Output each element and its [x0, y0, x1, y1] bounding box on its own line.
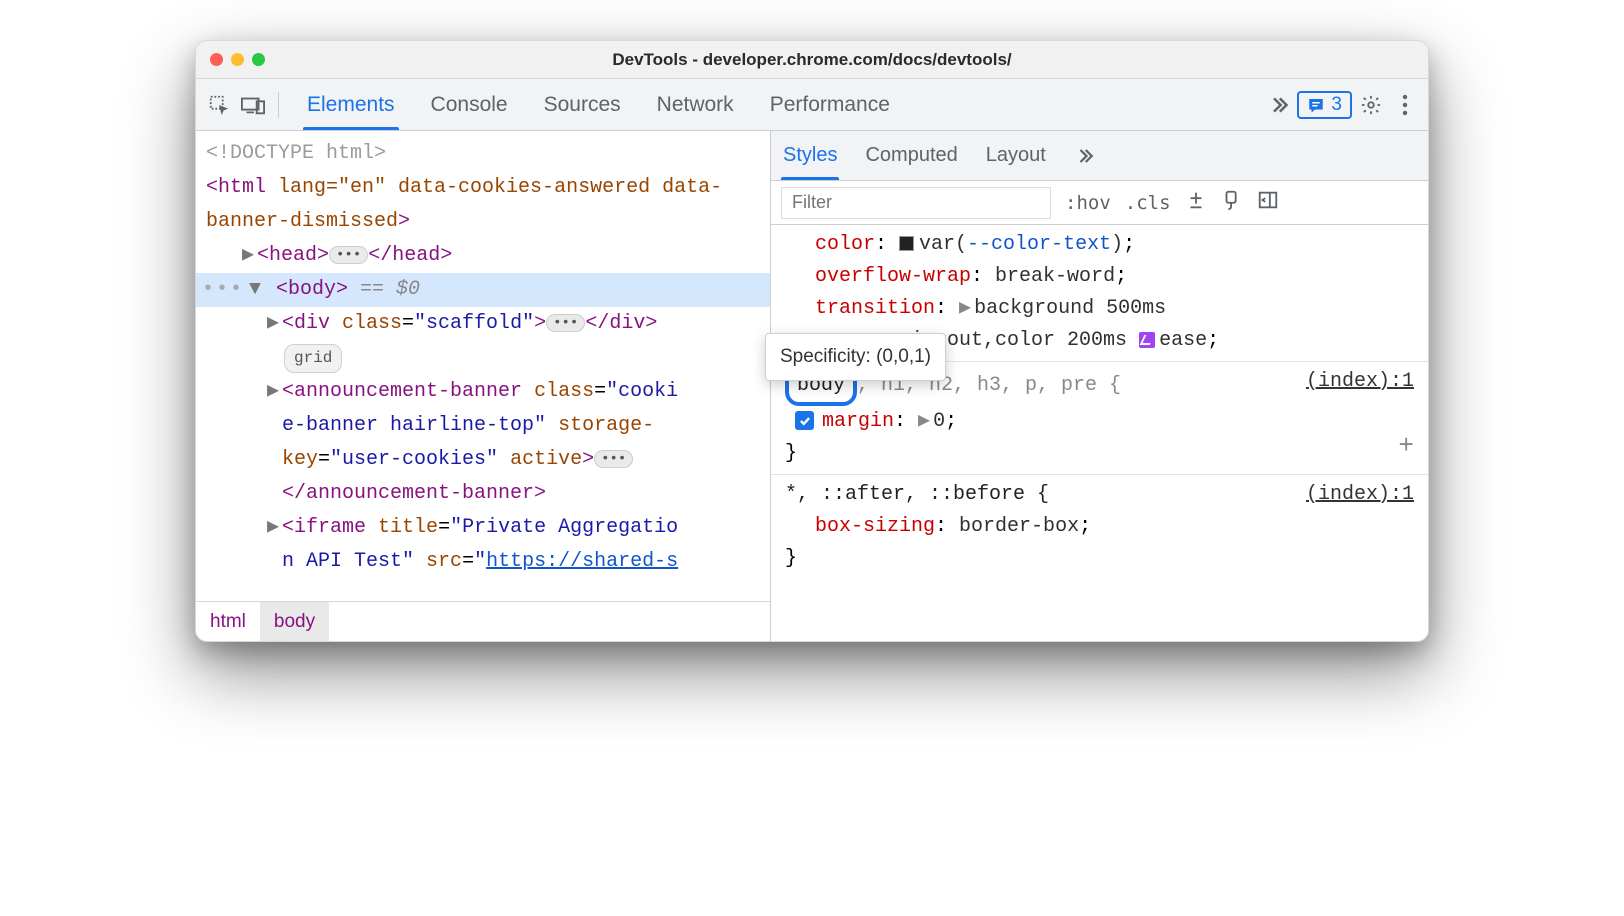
grid-badge[interactable]: grid	[284, 344, 342, 373]
ellipsis-icon[interactable]: •••	[546, 314, 585, 332]
selection-dots-icon: •••	[202, 278, 244, 301]
content-area: <!DOCTYPE html> <html lang="en" data-coo…	[196, 131, 1428, 641]
prop-box-sizing[interactable]: box-sizing: border-box;	[785, 511, 1414, 543]
settings-icon[interactable]	[1356, 90, 1386, 120]
styles-filter-input[interactable]	[781, 187, 1051, 219]
rule-close-brace: }	[785, 543, 1414, 575]
dom-html-open[interactable]: <html lang="en" data-cookies-answered da…	[196, 171, 770, 239]
disclosure-triangle-icon[interactable]: ▼	[248, 273, 262, 307]
breadcrumb: html body	[196, 601, 770, 641]
dom-body-selected[interactable]: •••▼ <body> == $0	[196, 273, 770, 307]
style-rule-inherited[interactable]: color: var(--color-text); overflow-wrap:…	[771, 225, 1428, 362]
prop-margin[interactable]: margin: ▶0;	[785, 406, 1414, 438]
bezier-editor-icon[interactable]	[1139, 332, 1155, 348]
dom-div-scaffold[interactable]: ▶<div class="scaffold">•••</div>	[196, 307, 770, 341]
dom-tree[interactable]: <!DOCTYPE html> <html lang="en" data-coo…	[196, 131, 770, 601]
window-title: DevTools - developer.chrome.com/docs/dev…	[196, 50, 1428, 70]
device-toolbar-icon[interactable]	[238, 90, 268, 120]
rule-close-brace: }	[785, 438, 1414, 470]
prop-overflow-wrap[interactable]: overflow-wrap: break-word;	[785, 261, 1414, 293]
more-tabs-icon[interactable]	[1265, 95, 1293, 115]
disclosure-triangle-icon[interactable]: ▶	[241, 239, 255, 273]
toggle-sidebar-icon[interactable]	[1257, 189, 1279, 217]
inspect-element-icon[interactable]	[204, 90, 234, 120]
dom-iframe-l2[interactable]: n API Test" src="https://shared-s	[196, 545, 770, 579]
issues-badge[interactable]: 3	[1297, 91, 1352, 119]
subtab-computed[interactable]: Computed	[863, 131, 959, 180]
add-property-icon[interactable]: +	[1398, 426, 1414, 468]
source-link[interactable]: (index):1	[1306, 479, 1414, 511]
subtab-layout[interactable]: Layout	[984, 131, 1048, 180]
dom-announcement-banner[interactable]: ▶<announcement-banner class="cooki	[196, 375, 770, 409]
dom-grid-pill: grid	[196, 341, 770, 375]
tab-elements[interactable]: Elements	[289, 79, 413, 130]
breadcrumb-html[interactable]: html	[196, 602, 260, 641]
expand-shorthand-icon[interactable]: ▶	[959, 297, 971, 320]
expand-shorthand-icon[interactable]: ▶	[918, 410, 930, 433]
disclosure-triangle-icon[interactable]: ▶	[266, 307, 280, 341]
dom-announcement-banner-close[interactable]: </announcement-banner>	[196, 477, 770, 511]
issues-icon	[1307, 96, 1325, 114]
hov-toggle[interactable]: :hov	[1065, 192, 1111, 214]
more-menu-icon[interactable]	[1390, 90, 1420, 120]
tab-network[interactable]: Network	[639, 79, 752, 130]
styles-rules: color: var(--color-text); overflow-wrap:…	[771, 225, 1428, 641]
breadcrumb-body[interactable]: body	[260, 602, 329, 641]
prop-transition[interactable]: transition: ▶background 500ms	[785, 293, 1414, 325]
titlebar: DevTools - developer.chrome.com/docs/dev…	[196, 41, 1428, 79]
style-rule-box-sizing[interactable]: (index):1 *, ::after, ::before { box-siz…	[771, 475, 1428, 579]
dom-announcement-banner-l3[interactable]: key="user-cookies" active>•••	[196, 443, 770, 477]
styles-filter-row: :hov .cls	[771, 181, 1428, 225]
iframe-src-link[interactable]: https://shared-s	[486, 550, 678, 573]
subtab-styles[interactable]: Styles	[781, 131, 839, 180]
issues-count: 3	[1331, 94, 1342, 116]
specificity-tooltip: Specificity: (0,0,1)	[765, 333, 946, 381]
property-enabled-checkbox[interactable]	[795, 411, 814, 430]
paint-flash-icon[interactable]	[1221, 189, 1243, 217]
dom-iframe[interactable]: ▶<iframe title="Private Aggregatio	[196, 511, 770, 545]
dom-head[interactable]: ▶<head>•••</head>	[196, 239, 770, 273]
prop-color[interactable]: color: var(--color-text);	[785, 229, 1414, 261]
toolbar-divider	[278, 92, 279, 118]
devtools-window: DevTools - developer.chrome.com/docs/dev…	[195, 40, 1429, 642]
source-link[interactable]: (index):1	[1306, 366, 1414, 398]
ellipsis-icon[interactable]: •••	[594, 450, 633, 468]
main-tabs: Elements Console Sources Network Perform…	[289, 79, 908, 130]
dom-announcement-banner-l2[interactable]: e-banner hairline-top" storage-	[196, 409, 770, 443]
tab-sources[interactable]: Sources	[526, 79, 639, 130]
disclosure-triangle-icon[interactable]: ▶	[266, 375, 280, 409]
disclosure-triangle-icon[interactable]: ▶	[266, 511, 280, 545]
dom-doctype[interactable]: <!DOCTYPE html>	[196, 137, 770, 171]
main-toolbar: Elements Console Sources Network Perform…	[196, 79, 1428, 131]
more-subtabs-icon[interactable]	[1072, 147, 1098, 165]
color-swatch-icon[interactable]	[899, 236, 914, 251]
cls-toggle[interactable]: .cls	[1125, 192, 1171, 214]
styles-pane: Styles Computed Layout :hov .cls	[771, 131, 1428, 641]
new-style-rule-icon[interactable]	[1185, 189, 1207, 217]
sub-tabs: Styles Computed Layout	[771, 131, 1428, 181]
elements-pane: <!DOCTYPE html> <html lang="en" data-coo…	[196, 131, 771, 641]
tab-console[interactable]: Console	[413, 79, 526, 130]
ellipsis-icon[interactable]: •••	[329, 246, 368, 264]
tab-performance[interactable]: Performance	[752, 79, 908, 130]
